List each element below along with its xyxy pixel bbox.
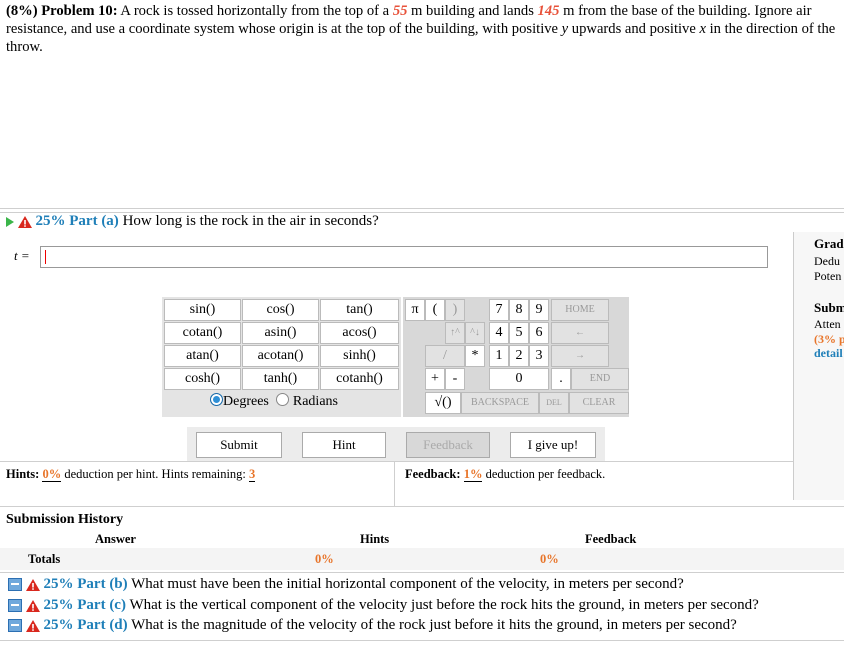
end-key[interactable]: END — [571, 368, 629, 390]
grade-summary-panel: Grad Dedu Poten Subm Atten (3% p detail — [793, 232, 844, 500]
landing-distance: 145 — [537, 3, 560, 19]
col-hints: Hints — [360, 532, 390, 546]
pi-key[interactable]: π — [405, 299, 425, 321]
down-key[interactable]: ^↓ — [465, 322, 485, 344]
collapse-icon[interactable] — [8, 578, 22, 592]
divider — [0, 640, 844, 641]
up-key[interactable]: ↑^ — [445, 322, 465, 344]
problem-title: (8%) Problem 10: — [6, 3, 118, 19]
hints-total: 0% — [315, 552, 334, 566]
feedback-total: 0% — [540, 552, 559, 566]
tanh-button[interactable]: tanh() — [242, 368, 319, 390]
clear-key[interactable]: CLEAR — [569, 392, 629, 414]
minus-key[interactable]: - — [445, 368, 465, 390]
divider — [0, 572, 844, 573]
key-0[interactable]: 0 — [489, 368, 549, 390]
key-2[interactable]: 2 — [509, 345, 529, 367]
warning-icon — [17, 215, 32, 228]
history-title: Submission History — [6, 512, 124, 527]
multiply-key[interactable]: * — [465, 345, 485, 367]
right-paren-key[interactable]: ) — [445, 299, 465, 321]
acotan-button[interactable]: acotan() — [242, 345, 319, 367]
sin-button[interactable]: sin() — [164, 299, 241, 321]
details-link[interactable]: detail — [814, 346, 843, 361]
hint-button[interactable]: Hint — [302, 432, 386, 458]
key-8[interactable]: 8 — [509, 299, 529, 321]
submit-button[interactable]: Submit — [196, 432, 282, 458]
problem-statement: (8%) Problem 10: A rock is tossed horizo… — [6, 3, 836, 55]
text-caret — [45, 250, 46, 264]
collapse-icon[interactable] — [8, 619, 22, 633]
left-arrow-key[interactable]: ← — [551, 322, 609, 344]
feedback-info: Feedback: 1% deduction per feedback. — [405, 467, 606, 482]
right-arrow-key[interactable]: → — [551, 345, 609, 367]
play-icon[interactable] — [6, 216, 14, 227]
warning-icon — [25, 619, 40, 632]
left-paren-key[interactable]: ( — [425, 299, 445, 321]
hints-info: Hints: 0% deduction per hint. Hints rema… — [6, 467, 256, 482]
keypad: π ( ) 7 8 9 HOME ↑^ ^↓ 4 5 6 ← / * 1 2 3… — [403, 297, 629, 417]
cotanh-button[interactable]: cotanh() — [320, 368, 399, 390]
sinh-button[interactable]: sinh() — [320, 345, 399, 367]
delete-key[interactable]: DEL — [539, 392, 569, 414]
divider — [0, 208, 844, 209]
feedback-button[interactable]: Feedback — [406, 432, 490, 458]
sqrt-key[interactable]: √() — [425, 392, 461, 414]
decimal-key[interactable]: . — [551, 368, 571, 390]
divider — [0, 506, 844, 507]
col-feedback: Feedback — [585, 532, 637, 546]
cosh-button[interactable]: cosh() — [164, 368, 241, 390]
key-1[interactable]: 1 — [489, 345, 509, 367]
totals-label: Totals — [28, 552, 61, 566]
acos-button[interactable]: acos() — [320, 322, 399, 344]
hints-remaining: 3 — [249, 467, 256, 482]
variable-label: t = — [14, 248, 30, 263]
collapse-icon[interactable] — [8, 599, 22, 613]
tan-button[interactable]: tan() — [320, 299, 399, 321]
answer-input[interactable] — [40, 246, 768, 268]
warning-icon — [25, 578, 40, 591]
part-a-header: 25% Part (a) How long is the rock in the… — [6, 213, 379, 230]
atan-button[interactable]: atan() — [164, 345, 241, 367]
part-b-row[interactable]: 25% Part (b) What must have been the ini… — [8, 576, 684, 593]
divider — [394, 461, 395, 506]
key-9[interactable]: 9 — [529, 299, 549, 321]
warning-icon — [25, 599, 40, 612]
home-key[interactable]: HOME — [551, 299, 609, 321]
building-height: 55 — [392, 3, 408, 19]
function-palette: sin() cos() tan() cotan() asin() acos() … — [162, 297, 401, 417]
angle-mode: Degrees Radians — [210, 393, 338, 410]
key-5[interactable]: 5 — [509, 322, 529, 344]
divider — [0, 461, 793, 462]
key-6[interactable]: 6 — [529, 322, 549, 344]
part-c-row[interactable]: 25% Part (c) What is the vertical compon… — [8, 597, 759, 614]
key-4[interactable]: 4 — [489, 322, 509, 344]
degrees-radio[interactable] — [210, 393, 223, 406]
give-up-button[interactable]: I give up! — [510, 432, 596, 458]
divide-key[interactable]: / — [425, 345, 465, 367]
cotan-button[interactable]: cotan() — [164, 322, 241, 344]
cos-button[interactable]: cos() — [242, 299, 319, 321]
key-7[interactable]: 7 — [489, 299, 509, 321]
totals-row — [0, 548, 844, 570]
radians-radio[interactable] — [276, 393, 290, 406]
asin-button[interactable]: asin() — [242, 322, 319, 344]
key-3[interactable]: 3 — [529, 345, 549, 367]
backspace-key[interactable]: BACKSPACE — [461, 392, 539, 414]
plus-key[interactable]: + — [425, 368, 445, 390]
part-d-row[interactable]: 25% Part (d) What is the magnitude of th… — [8, 617, 737, 634]
col-answer: Answer — [95, 532, 136, 546]
